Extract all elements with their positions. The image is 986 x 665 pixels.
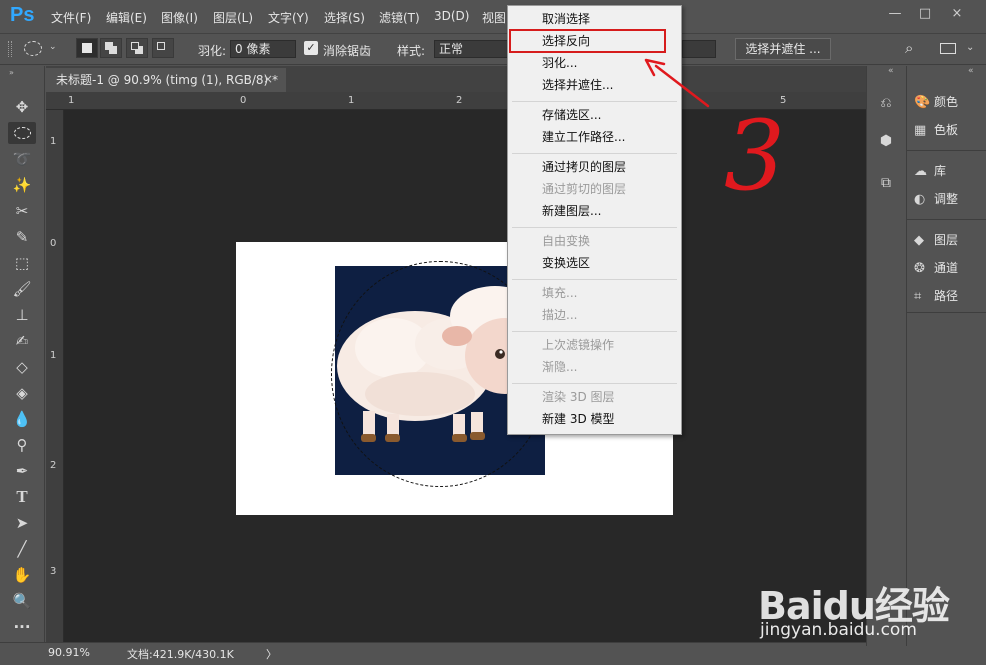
annotation-arrow-shaft: [654, 64, 710, 108]
annotation-step-number: 3: [724, 100, 786, 212]
watermark-url: jingyan.baidu.com: [760, 620, 917, 640]
annotation-overlay: [644, 58, 710, 108]
annotation-arrow-head: [644, 58, 666, 77]
